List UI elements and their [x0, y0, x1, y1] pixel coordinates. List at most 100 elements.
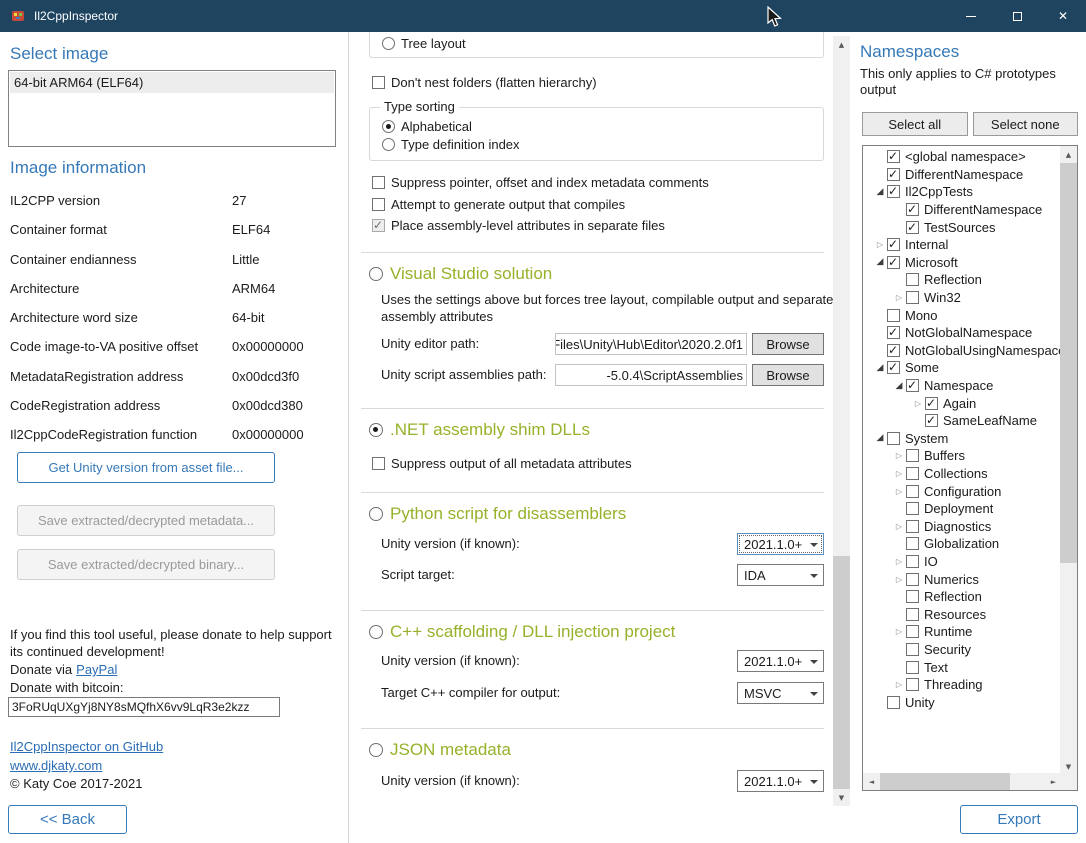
scrollbar-thumb[interactable]: [880, 773, 1010, 790]
expander-icon[interactable]: [892, 487, 906, 496]
checkbox-icon[interactable]: [906, 678, 919, 691]
expander-icon[interactable]: [873, 240, 887, 249]
checkbox-icon[interactable]: [906, 643, 919, 656]
checkbox-icon[interactable]: [925, 414, 938, 427]
checkbox-icon[interactable]: [887, 432, 900, 445]
save-metadata-button[interactable]: Save extracted/decrypted metadata...: [17, 505, 275, 536]
checkbox-icon[interactable]: [925, 397, 938, 410]
script-target-combo[interactable]: IDA: [737, 564, 824, 586]
python-unity-version-combo[interactable]: 2021.1.0+: [737, 533, 824, 555]
option-checkbox[interactable]: Attempt to generate output that compiles: [372, 194, 709, 216]
tree-item[interactable]: Some: [863, 359, 1060, 377]
minimize-button[interactable]: [948, 0, 994, 32]
tree-item[interactable]: Text: [863, 658, 1060, 676]
cpp-compiler-combo[interactable]: MSVC: [737, 682, 824, 704]
tree-item[interactable]: Unity: [863, 693, 1060, 711]
checkbox-icon[interactable]: [887, 256, 900, 269]
close-button[interactable]: ✕: [1040, 0, 1086, 32]
checkbox-icon[interactable]: [906, 573, 919, 586]
checkbox-icon[interactable]: [906, 625, 919, 638]
expander-icon[interactable]: [873, 187, 887, 197]
tree-item[interactable]: DifferentNamespace: [863, 166, 1060, 184]
tree-item[interactable]: <global namespace>: [863, 148, 1060, 166]
checkbox-icon[interactable]: [887, 326, 900, 339]
bitcoin-address-input[interactable]: [8, 697, 280, 717]
checkbox-icon[interactable]: [906, 221, 919, 234]
tree-layout-radio[interactable]: Tree layout: [382, 34, 466, 52]
checkbox-icon[interactable]: [906, 537, 919, 550]
website-link[interactable]: www.djkaty.com: [10, 758, 102, 773]
tree-item[interactable]: System: [863, 430, 1060, 448]
checkbox-icon[interactable]: [887, 344, 900, 357]
github-link[interactable]: Il2CppInspector on GitHub: [10, 739, 163, 754]
script-assemblies-path-input[interactable]: -5.0.4\ScriptAssemblies: [555, 364, 747, 386]
shim-dlls-radio[interactable]: .NET assembly shim DLLs: [369, 418, 590, 442]
tree-item[interactable]: Il2CppTests: [863, 183, 1060, 201]
checkbox-icon[interactable]: [887, 361, 900, 374]
checkbox-icon[interactable]: [906, 502, 919, 515]
unity-editor-path-input[interactable]: Files\Unity\Hub\Editor\2020.2.0f1: [555, 333, 747, 355]
expander-icon[interactable]: [892, 680, 906, 689]
tree-item[interactable]: Internal: [863, 236, 1060, 254]
browse-assemblies-button[interactable]: Browse: [752, 364, 824, 386]
tree-item[interactable]: Microsoft: [863, 254, 1060, 272]
tree-item[interactable]: Win32: [863, 289, 1060, 307]
tree-item[interactable]: Threading: [863, 676, 1060, 694]
expander-icon[interactable]: [892, 293, 906, 302]
checkbox-icon[interactable]: [906, 449, 919, 462]
checkbox-icon[interactable]: [906, 485, 919, 498]
expander-icon[interactable]: [873, 257, 887, 267]
type-sorting-radio[interactable]: Type definition index: [382, 135, 823, 153]
expander-icon[interactable]: [873, 433, 887, 443]
tree-item[interactable]: Diagnostics: [863, 517, 1060, 535]
json-unity-version-combo[interactable]: 2021.1.0+: [737, 770, 824, 792]
checkbox-icon[interactable]: [906, 661, 919, 674]
checkbox-icon[interactable]: [906, 590, 919, 603]
vertical-scrollbar[interactable]: ▲ ▼: [833, 36, 850, 806]
image-list-item[interactable]: 64-bit ARM64 (ELF64): [10, 72, 334, 93]
tree-item[interactable]: Security: [863, 641, 1060, 659]
visual-studio-solution-radio[interactable]: Visual Studio solution: [369, 262, 552, 286]
scrollbar-thumb[interactable]: [1060, 163, 1077, 563]
browse-editor-button[interactable]: Browse: [752, 333, 824, 355]
tree-item[interactable]: Again: [863, 394, 1060, 412]
option-checkbox[interactable]: Suppress pointer, offset and index metad…: [372, 172, 709, 194]
checkbox-icon[interactable]: [887, 238, 900, 251]
checkbox-icon[interactable]: [906, 467, 919, 480]
expander-icon[interactable]: [892, 451, 906, 460]
json-metadata-radio[interactable]: JSON metadata: [369, 738, 511, 762]
checkbox-icon[interactable]: [906, 291, 919, 304]
tree-item[interactable]: Collections: [863, 465, 1060, 483]
checkbox-icon[interactable]: [906, 555, 919, 568]
tree-item[interactable]: Resources: [863, 605, 1060, 623]
scroll-up-arrow[interactable]: ▲: [833, 36, 850, 53]
tree-item[interactable]: SameLeafName: [863, 412, 1060, 430]
checkbox-icon[interactable]: [887, 309, 900, 322]
expander-icon[interactable]: [892, 575, 906, 584]
tree-item[interactable]: Buffers: [863, 447, 1060, 465]
checkbox-icon[interactable]: [887, 185, 900, 198]
expander-icon[interactable]: [892, 557, 906, 566]
checkbox-icon[interactable]: [906, 273, 919, 286]
maximize-button[interactable]: [994, 0, 1040, 32]
tree-item[interactable]: Numerics: [863, 570, 1060, 588]
expander-icon[interactable]: [892, 522, 906, 531]
tree-item[interactable]: NotGlobalUsingNamespace: [863, 342, 1060, 360]
tree-item[interactable]: Runtime: [863, 623, 1060, 641]
export-button[interactable]: Export: [960, 805, 1078, 834]
tree-horizontal-scrollbar[interactable]: ◄ ►: [863, 773, 1062, 790]
tree-item[interactable]: Namespace: [863, 377, 1060, 395]
tree-vertical-scrollbar[interactable]: ▲ ▼: [1060, 146, 1077, 775]
suppress-metadata-attributes-checkbox[interactable]: Suppress output of all metadata attribut…: [372, 454, 632, 472]
select-none-button[interactable]: Select none: [973, 112, 1079, 136]
tree-item[interactable]: Deployment: [863, 500, 1060, 518]
tree-item[interactable]: Globalization: [863, 535, 1060, 553]
expander-icon[interactable]: [892, 469, 906, 478]
image-listbox[interactable]: 64-bit ARM64 (ELF64): [8, 70, 336, 147]
save-binary-button[interactable]: Save extracted/decrypted binary...: [17, 549, 275, 580]
flatten-hierarchy-checkbox[interactable]: Don't nest folders (flatten hierarchy): [372, 73, 597, 91]
tree-item[interactable]: TestSources: [863, 218, 1060, 236]
checkbox-icon[interactable]: [906, 520, 919, 533]
checkbox-icon[interactable]: [906, 379, 919, 392]
tree-item[interactable]: Reflection: [863, 588, 1060, 606]
